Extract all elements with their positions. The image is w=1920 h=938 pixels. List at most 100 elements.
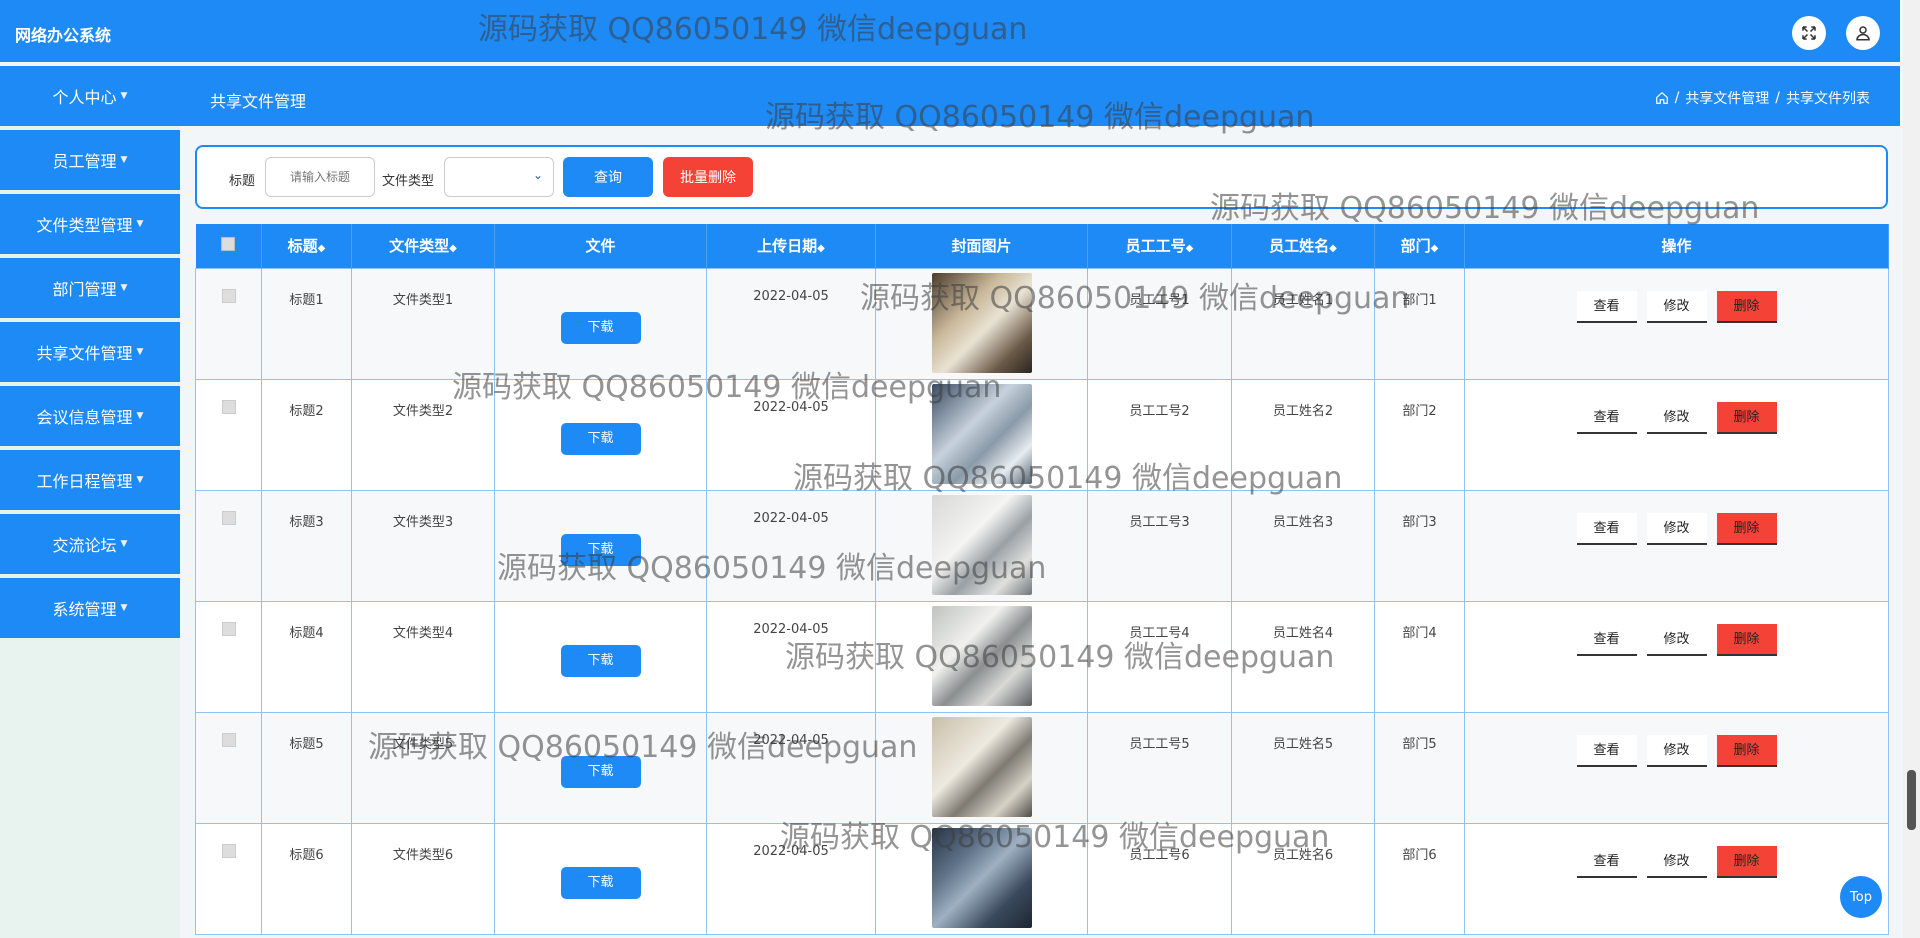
cover-image[interactable] bbox=[931, 605, 1032, 706]
dept-cell: 部门4 bbox=[1374, 600, 1465, 713]
table-row: 标题5 文件类型5 下载 2022-04-05 员工工号5 员工姓名5 部门5 … bbox=[195, 711, 1889, 824]
emp-no-cell: 员工工号5 bbox=[1087, 711, 1232, 824]
column-header-emp-no[interactable]: 员工工号◆ bbox=[1087, 224, 1232, 268]
date-cell: 2022-04-05 bbox=[706, 711, 876, 824]
download-button[interactable]: 下载 bbox=[560, 533, 641, 566]
row-checkbox[interactable] bbox=[221, 843, 236, 858]
table-row: 标题1 文件类型1 下载 2022-04-05 员工工号1 员工姓名1 部门1 … bbox=[195, 267, 1889, 380]
column-header-type[interactable]: 文件类型◆ bbox=[351, 224, 495, 268]
delete-button[interactable]: 删除 bbox=[1716, 512, 1777, 545]
cover-cell bbox=[875, 489, 1088, 602]
view-button[interactable]: 查看 bbox=[1576, 845, 1637, 878]
delete-button[interactable]: 删除 bbox=[1716, 845, 1777, 878]
table-row: 标题2 文件类型2 下载 2022-04-05 员工工号2 员工姓名2 部门2 … bbox=[195, 378, 1889, 491]
sidebar-item-schedule[interactable]: 工作日程管理 ▼ bbox=[0, 450, 180, 510]
delete-button[interactable]: 删除 bbox=[1716, 734, 1777, 767]
vertical-scrollbar[interactable] bbox=[1903, 0, 1920, 938]
cover-image[interactable] bbox=[931, 272, 1032, 373]
sort-icon: ◆ bbox=[1185, 243, 1194, 255]
date-cell: 2022-04-05 bbox=[706, 822, 876, 935]
file-cell: 下载 bbox=[494, 822, 707, 935]
emp-no-cell: 员工工号1 bbox=[1087, 267, 1232, 380]
view-button[interactable]: 查看 bbox=[1576, 401, 1637, 434]
cover-image[interactable] bbox=[931, 383, 1032, 484]
download-button[interactable]: 下载 bbox=[560, 644, 641, 677]
page-header: 共享文件管理 / 共享文件管理 / 共享文件列表 bbox=[180, 66, 1900, 126]
select-all-checkbox[interactable] bbox=[221, 236, 236, 251]
sidebar-item-file-type[interactable]: 文件类型管理 ▼ bbox=[0, 194, 180, 254]
edit-button[interactable]: 修改 bbox=[1646, 512, 1707, 545]
emp-name-cell: 员工姓名1 bbox=[1231, 267, 1375, 380]
sidebar-item-label: 部门管理 bbox=[52, 280, 117, 299]
view-button[interactable]: 查看 bbox=[1576, 734, 1637, 767]
delete-button[interactable]: 删除 bbox=[1716, 623, 1777, 656]
cover-cell bbox=[875, 822, 1088, 935]
column-header-date[interactable]: 上传日期◆ bbox=[706, 224, 876, 268]
emp-name-cell: 员工姓名6 bbox=[1231, 822, 1375, 935]
sidebar-item-forum[interactable]: 交流论坛 ▼ bbox=[0, 514, 180, 574]
caret-down-icon: ▼ bbox=[120, 155, 128, 165]
batch-delete-button[interactable]: 批量删除 bbox=[663, 157, 753, 197]
delete-button[interactable]: 删除 bbox=[1716, 401, 1777, 434]
delete-button[interactable]: 删除 bbox=[1716, 290, 1777, 323]
file-type-select[interactable]: ⌄ bbox=[444, 157, 554, 197]
cover-image[interactable] bbox=[931, 827, 1032, 928]
emp-no-cell: 员工工号3 bbox=[1087, 489, 1232, 602]
query-button[interactable]: 查询 bbox=[563, 157, 653, 197]
download-button[interactable]: 下载 bbox=[560, 866, 641, 899]
cover-image[interactable] bbox=[931, 716, 1032, 817]
scrollbar-thumb[interactable] bbox=[1907, 770, 1916, 830]
title-search-input[interactable] bbox=[265, 157, 375, 197]
sidebar-item-department[interactable]: 部门管理 ▼ bbox=[0, 258, 180, 318]
sidebar-item-meeting[interactable]: 会议信息管理 ▼ bbox=[0, 386, 180, 446]
file-type-label: 文件类型 bbox=[382, 174, 435, 189]
actions-cell: 查看 修改 删除 bbox=[1464, 378, 1889, 491]
home-icon[interactable] bbox=[1655, 91, 1669, 105]
edit-button[interactable]: 修改 bbox=[1646, 845, 1707, 878]
sort-icon: ◆ bbox=[817, 243, 825, 255]
column-header-dept[interactable]: 部门◆ bbox=[1374, 224, 1465, 268]
edit-button[interactable]: 修改 bbox=[1646, 734, 1707, 767]
download-button[interactable]: 下载 bbox=[560, 422, 641, 455]
actions-cell: 查看 修改 删除 bbox=[1464, 600, 1889, 713]
download-button[interactable]: 下载 bbox=[560, 755, 641, 788]
table-row: 标题4 文件类型4 下载 2022-04-05 员工工号4 员工姓名4 部门4 … bbox=[195, 600, 1889, 713]
user-icon[interactable] bbox=[1846, 16, 1880, 50]
row-checkbox[interactable] bbox=[221, 288, 236, 303]
view-button[interactable]: 查看 bbox=[1576, 623, 1637, 656]
date-cell: 2022-04-05 bbox=[706, 267, 876, 380]
app-title: 网络办公系统 bbox=[15, 26, 112, 45]
sidebar-item-system[interactable]: 系统管理 ▼ bbox=[0, 578, 180, 638]
column-header-emp-name[interactable]: 员工姓名◆ bbox=[1231, 224, 1375, 268]
sort-icon: ◆ bbox=[1329, 243, 1337, 255]
column-header-title[interactable]: 标题◆ bbox=[261, 224, 352, 268]
edit-button[interactable]: 修改 bbox=[1646, 290, 1707, 323]
sidebar-item-label: 系统管理 bbox=[52, 600, 117, 619]
sidebar-item-personal-center[interactable]: 个人中心 ▼ bbox=[0, 66, 180, 126]
back-to-top-button[interactable]: Top bbox=[1840, 876, 1882, 918]
sidebar-item-shared-files[interactable]: 共享文件管理 ▼ bbox=[0, 322, 180, 382]
view-button[interactable]: 查看 bbox=[1576, 512, 1637, 545]
column-header-actions: 操作 bbox=[1464, 224, 1889, 268]
download-button[interactable]: 下载 bbox=[560, 311, 641, 344]
row-checkbox[interactable] bbox=[221, 510, 236, 525]
sidebar-item-label: 文件类型管理 bbox=[36, 216, 133, 235]
sidebar-item-employee[interactable]: 员工管理 ▼ bbox=[0, 130, 180, 190]
date-cell: 2022-04-05 bbox=[706, 600, 876, 713]
chevron-down-icon: ⌄ bbox=[532, 168, 543, 182]
cover-cell bbox=[875, 267, 1088, 380]
view-button[interactable]: 查看 bbox=[1576, 290, 1637, 323]
title-cell: 标题5 bbox=[261, 711, 352, 824]
row-checkbox[interactable] bbox=[221, 621, 236, 636]
edit-button[interactable]: 修改 bbox=[1646, 623, 1707, 656]
fullscreen-icon[interactable] bbox=[1792, 16, 1826, 50]
table-header-row: 标题◆ 文件类型◆ 文件 上传日期◆ 封面图片 员工工号◆ 员工姓名◆ 部门◆ … bbox=[195, 224, 1889, 268]
column-header-cover: 封面图片 bbox=[875, 224, 1088, 268]
row-checkbox[interactable] bbox=[221, 399, 236, 414]
file-cell: 下载 bbox=[494, 600, 707, 713]
edit-button[interactable]: 修改 bbox=[1646, 401, 1707, 434]
cover-image[interactable] bbox=[931, 494, 1032, 595]
caret-down-icon: ▼ bbox=[120, 283, 128, 293]
row-checkbox[interactable] bbox=[221, 732, 236, 747]
breadcrumb-item[interactable]: 共享文件管理 bbox=[1685, 88, 1769, 108]
